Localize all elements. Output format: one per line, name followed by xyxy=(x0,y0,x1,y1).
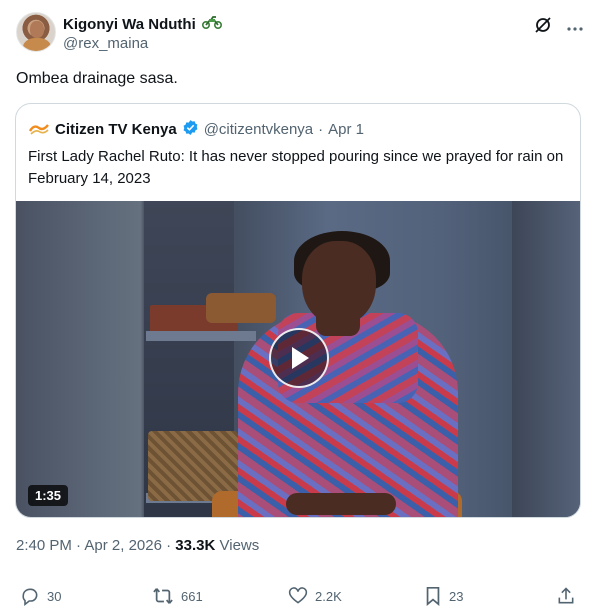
quoted-text: First Lady Rachel Ruto: It has never sto… xyxy=(28,148,564,187)
motorcycle-icon xyxy=(201,15,222,33)
quoted-date[interactable]: Apr 1 xyxy=(328,121,364,138)
quoted-author-name[interactable]: Citizen TV Kenya xyxy=(55,121,177,138)
repost-count: 661 xyxy=(181,588,203,604)
tweet-time[interactable]: 2:40 PM xyxy=(16,537,72,554)
heart-icon xyxy=(288,587,308,604)
views-count: 33.3K xyxy=(175,537,216,554)
video-person-face xyxy=(302,241,376,325)
views-label: Views xyxy=(219,537,260,554)
avatar-face xyxy=(30,21,44,38)
tweet-timestamp: 2:40 PM · Apr 2, 2026 · 33.3K Views xyxy=(16,537,259,554)
author-handle[interactable]: @rex_maina xyxy=(63,35,148,52)
quoted-header: Citizen TV Kenya @citizentvkenya · Apr 1 xyxy=(28,118,364,140)
repost-button[interactable]: 661 xyxy=(152,586,203,606)
video-shelf-board xyxy=(146,331,256,341)
citizen-logo-icon[interactable] xyxy=(28,118,50,140)
author-name-text: Kigonyi Wa Nduthi xyxy=(63,15,196,33)
play-icon xyxy=(292,347,309,369)
repost-icon xyxy=(153,588,173,604)
video-duration: 1:35 xyxy=(28,485,69,506)
play-button[interactable] xyxy=(269,328,329,388)
quoted-tweet[interactable]: Citizen TV Kenya @citizentvkenya · Apr 1… xyxy=(15,103,581,518)
video-shelf-basket xyxy=(206,293,276,323)
like-button[interactable]: 2.2K xyxy=(288,586,342,606)
more-options-icon[interactable] xyxy=(566,19,584,37)
avatar-body xyxy=(23,38,51,51)
verified-badge-icon xyxy=(182,119,199,140)
share-button[interactable] xyxy=(556,586,576,606)
quoted-handle[interactable]: @citizentvkenya xyxy=(204,121,313,138)
bookmark-button[interactable]: 23 xyxy=(424,586,463,606)
bookmark-icon xyxy=(426,586,440,606)
video-right-panel xyxy=(512,201,580,517)
action-bar: 30 661 2.2K 23 xyxy=(0,586,604,610)
quoted-separator: · xyxy=(318,120,324,138)
video-person-hands xyxy=(286,493,396,515)
top-actions xyxy=(534,16,584,39)
tweet-text: Ombea drainage sasa. xyxy=(16,70,178,87)
author-avatar[interactable] xyxy=(16,12,56,52)
share-icon xyxy=(558,587,574,604)
reply-button[interactable]: 30 xyxy=(20,586,61,606)
timestamp-separator-2: · xyxy=(166,537,172,554)
like-count: 2.2K xyxy=(315,588,342,604)
reply-count: 30 xyxy=(47,588,62,604)
tweet-date[interactable]: Apr 2, 2026 xyxy=(84,537,162,554)
reply-icon xyxy=(22,588,38,606)
bookmark-count: 23 xyxy=(449,588,464,604)
video-player[interactable]: 1:35 xyxy=(16,201,580,517)
timestamp-separator: · xyxy=(76,537,82,554)
author-display-name[interactable]: Kigonyi Wa Nduthi xyxy=(63,15,222,33)
grok-icon[interactable] xyxy=(534,16,552,39)
tweet: Kigonyi Wa Nduthi @rex_maina Ombea drain… xyxy=(0,0,604,616)
